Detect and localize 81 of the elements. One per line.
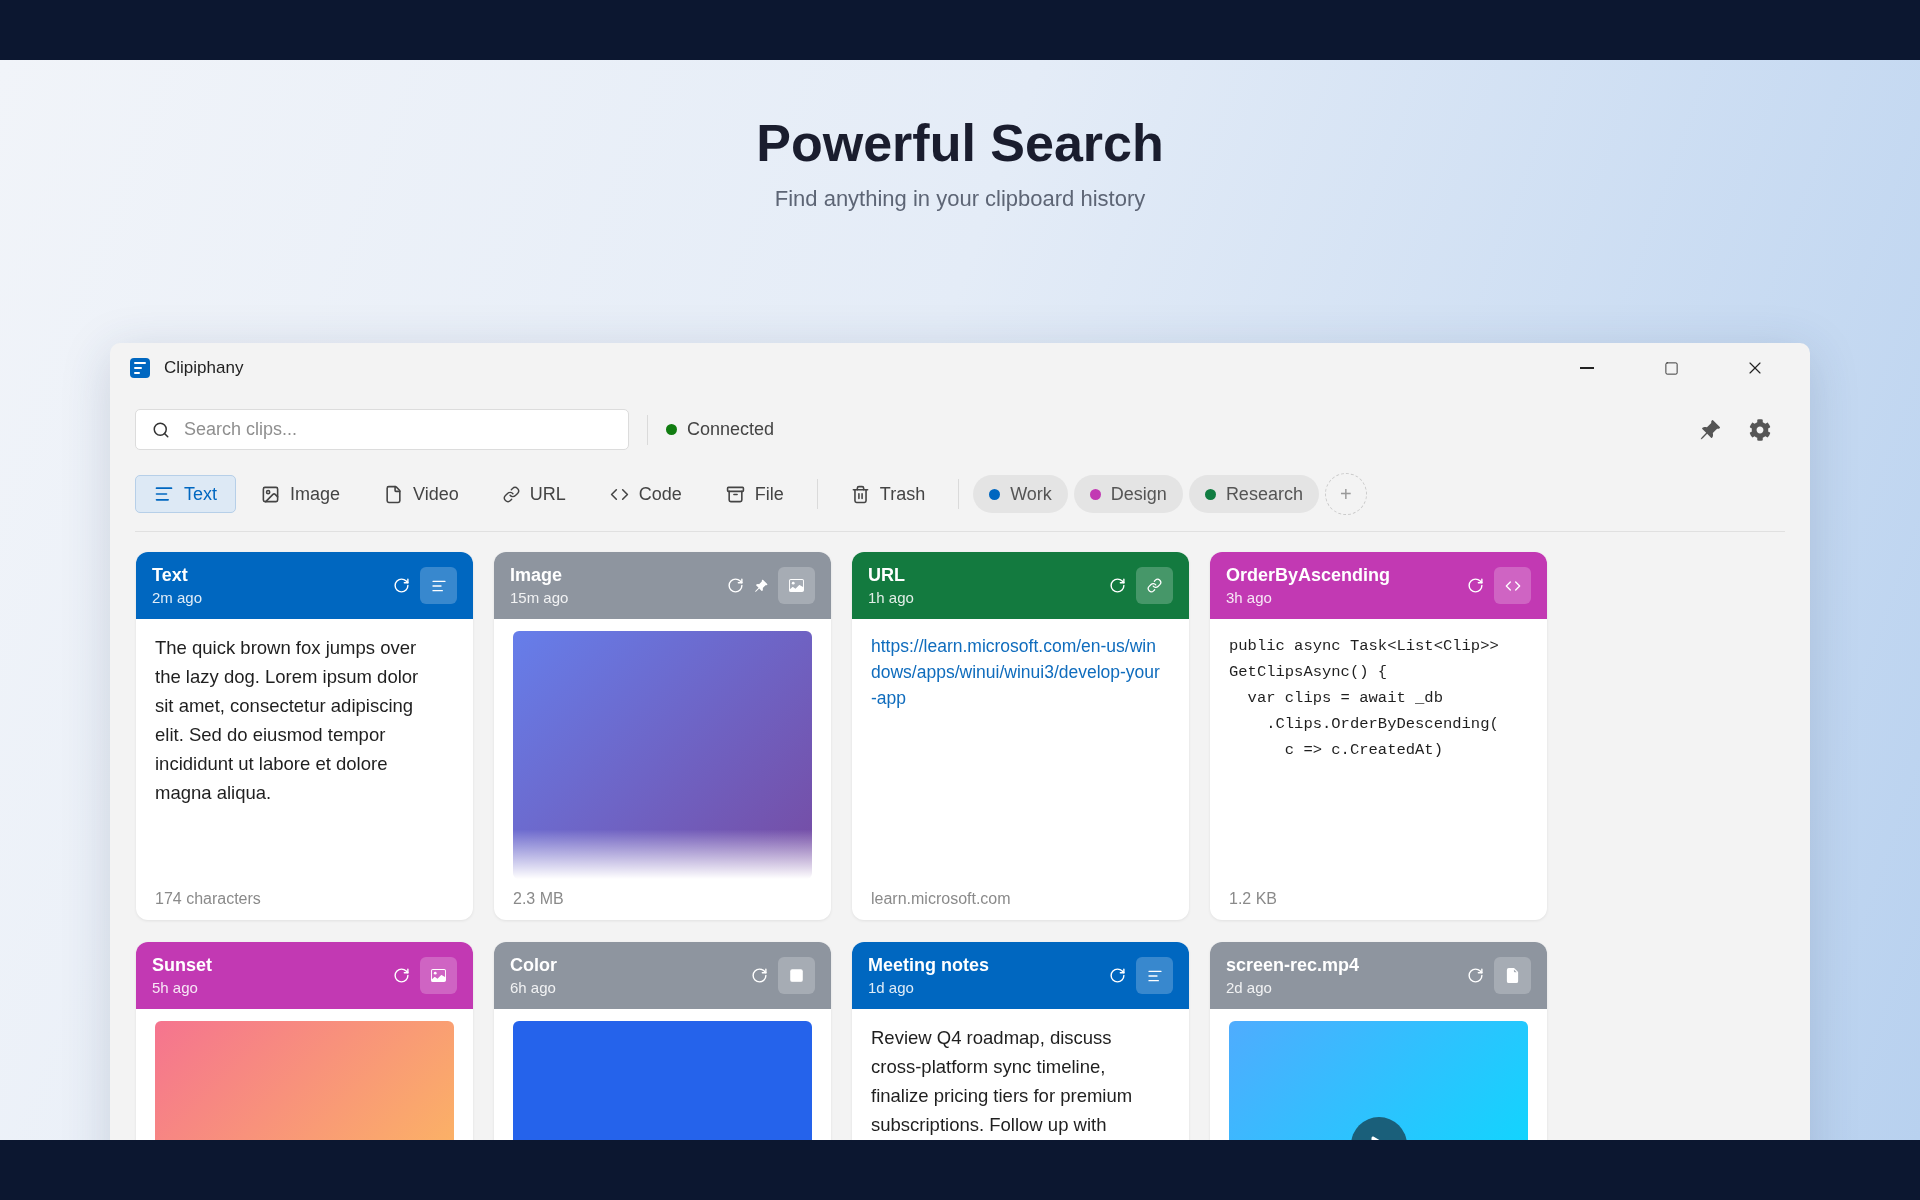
clip-time: 5h ago (152, 979, 199, 996)
refresh-icon[interactable] (393, 577, 410, 594)
tag-chip[interactable]: Design (1073, 475, 1183, 513)
clip-type-button[interactable] (420, 957, 457, 994)
clip-title: Text (152, 565, 189, 586)
filter-tab[interactable]: Code (590, 475, 701, 513)
clip-time: 15m ago (510, 589, 570, 606)
link-icon (1147, 578, 1162, 593)
tag-chip[interactable]: Research (1188, 475, 1319, 513)
minimize-icon (1580, 367, 1594, 369)
lines-icon (154, 484, 174, 504)
refresh-icon[interactable] (1467, 967, 1484, 984)
filter-tab[interactable]: File (706, 475, 803, 513)
gear-icon (1749, 418, 1771, 441)
clip-title: screen-rec.mp4 (1226, 955, 1361, 976)
image-icon (789, 578, 804, 593)
clip-title: OrderByAscending (1226, 565, 1392, 586)
search-icon (152, 420, 170, 439)
refresh-icon[interactable] (727, 577, 744, 594)
clip-meta: 1.2 KB (1228, 890, 1279, 909)
refresh-icon[interactable] (1109, 577, 1126, 594)
archive-icon (725, 484, 745, 504)
clip-meta: 2.3 MB (512, 890, 565, 909)
hero-title: Powerful Search (756, 113, 1164, 174)
clip-title: Image (510, 565, 564, 586)
refresh-icon[interactable] (1467, 577, 1484, 594)
window-title: Clipiphany (164, 358, 245, 378)
filter-tab[interactable]: Text (135, 475, 236, 513)
clip-card[interactable]: screen-rec.mp4 2d ago (1210, 942, 1547, 1140)
clip-meta: learn.microsoft.com (870, 890, 1012, 909)
clip-time: 1d ago (868, 979, 915, 996)
image-icon (261, 484, 280, 504)
clip-time: 2d ago (1226, 979, 1273, 996)
clip-time: 1h ago (868, 589, 915, 606)
clip-text: Review Q4 roadmap, discuss cross-platform sync timeline, finalize pricing tiers for premium subscriptions. Follow up with (871, 1026, 1134, 1137)
clip-type-button[interactable] (1494, 567, 1531, 604)
link-icon (502, 485, 520, 503)
clip-type-button[interactable] (1136, 567, 1173, 604)
clip-title: Sunset (152, 955, 213, 976)
clip-card[interactable]: URL 1h ago https://learn.microsoft.com/en-us/windows/apps/winui/winui3/develop-your-app learn.microsoft.com (852, 552, 1189, 920)
status-label: Connected (687, 419, 775, 440)
clip-title: Color (510, 955, 558, 976)
document-icon (384, 484, 404, 504)
clip-type-button[interactable] (420, 567, 457, 604)
search-input[interactable]: Search clips... (182, 418, 612, 441)
image-icon (431, 968, 446, 983)
refresh-icon[interactable] (751, 967, 768, 984)
pin-icon (1699, 418, 1721, 441)
search-field[interactable]: Search clips... (135, 409, 629, 450)
clip-type-button[interactable] (778, 567, 815, 604)
app-icon (130, 358, 150, 378)
square-icon (789, 968, 804, 983)
document-icon (1505, 968, 1520, 983)
code-snippet: public async Task<List<Clip>> GetClipsAsync() { var clips = await _db .Clips.OrderByDescending( c => c.CreatedAt) (1229, 636, 1500, 761)
clip-title: Meeting notes (868, 955, 990, 976)
clip-title: URL (868, 565, 906, 586)
tag-chip[interactable]: Work (973, 475, 1068, 513)
clip-card[interactable]: Sunset 5h ago (136, 942, 473, 1140)
clip-type-button[interactable] (1494, 957, 1531, 994)
clip-type-button[interactable] (778, 957, 815, 994)
clip-card[interactable]: Meeting notes 1d ago Review Q4 roadmap, discuss cross-platform sync timeline, finalize pricing tiers for premium subscriptions. Follow up with (852, 942, 1189, 1140)
hero-subtitle: Find anything in your clipboard history (774, 186, 1146, 212)
filter-tab[interactable]: URL (483, 475, 585, 513)
filter-tab[interactable]: Video (365, 475, 478, 513)
clip-card[interactable]: Image 15m ago 2.3 MB (494, 552, 831, 920)
maximize-icon (1663, 360, 1679, 376)
clip-link[interactable]: https://learn.microsoft.com/en-us/windows/apps/winui/winui3/develop-your-app (871, 633, 1170, 711)
trash-icon (850, 484, 870, 504)
clip-time: 2m ago (152, 589, 204, 606)
refresh-icon[interactable] (1109, 967, 1126, 984)
trash-tab[interactable]: Trash (831, 475, 945, 513)
clip-card[interactable]: Text 2m ago The quick brown fox jumps over the lazy dog. Lorem ipsum dolor sit amet, consectetur adipiscing elit. Sed do eiusmod tempor incididunt ut labore et dolore magna aliqua. 174 characters (136, 552, 473, 920)
clip-card[interactable]: Color 6h ago (494, 942, 831, 1140)
clip-time: 6h ago (510, 979, 557, 996)
clip-type-button[interactable] (1136, 957, 1173, 994)
refresh-icon[interactable] (393, 967, 410, 984)
clip-meta: 174 characters (154, 890, 262, 909)
clip-card[interactable]: OrderByAscending 3h ago public async Task<List<Clip>> GetClipsAsync() { var clips = await _db .Clips.OrderByDescending( c => c.CreatedAt) 1.2 KB (1210, 552, 1547, 920)
clip-text: The quick brown fox jumps over the lazy dog. Lorem ipsum dolor sit amet, consectetur adipiscing elit. Sed do eiusmod tempor incididunt ut labore et dolore magna aliqua. (155, 636, 420, 805)
filter-tab[interactable]: Image (242, 475, 360, 513)
clip-time: 3h ago (1226, 589, 1273, 606)
